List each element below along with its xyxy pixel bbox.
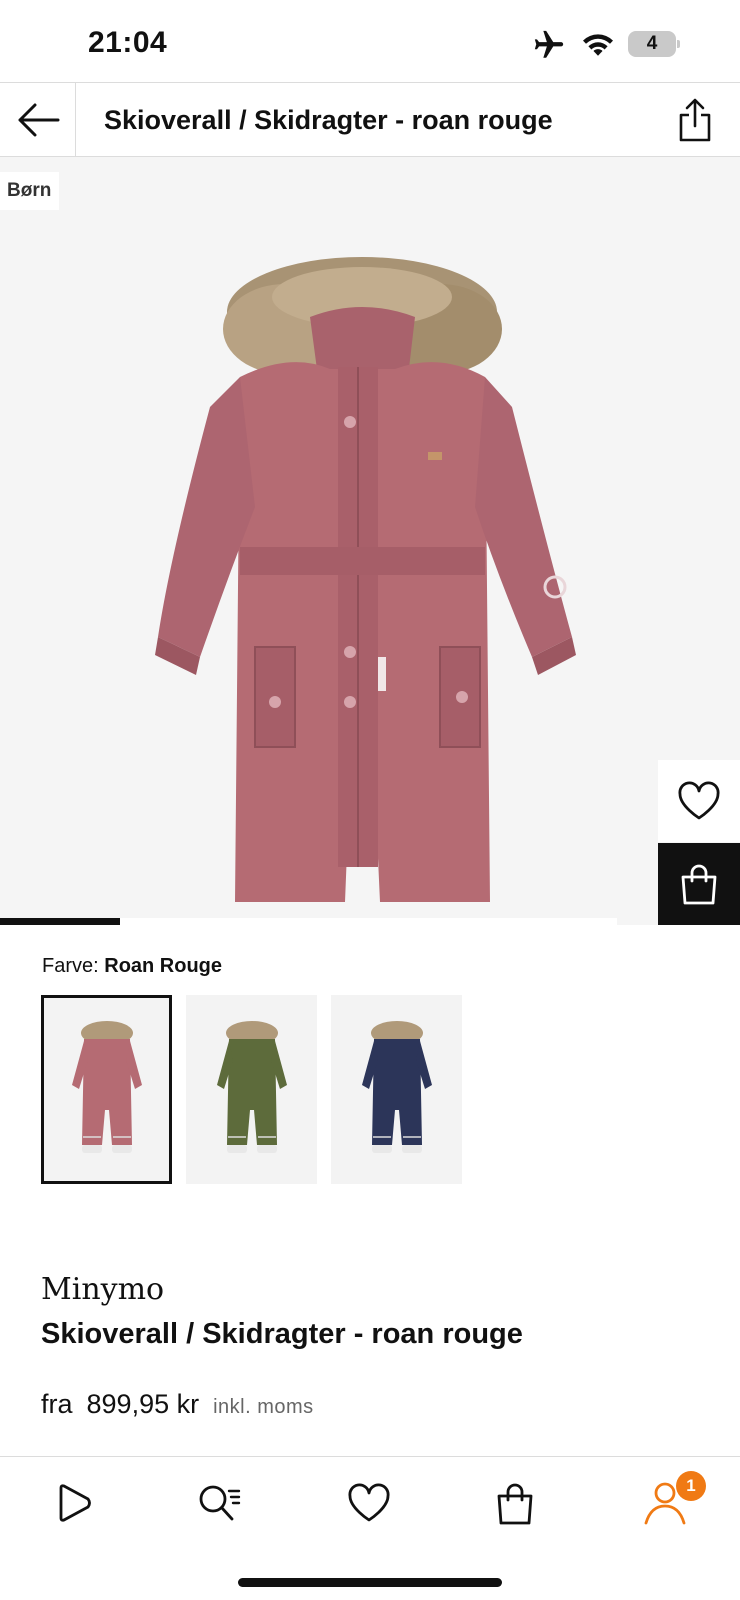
wifi-icon [583, 34, 613, 56]
nav-inspiration[interactable] [46, 1475, 100, 1531]
back-button[interactable] [0, 83, 76, 156]
heart-icon [348, 1483, 390, 1522]
nav-search[interactable] [193, 1475, 247, 1531]
color-swatch-1[interactable] [41, 995, 172, 1184]
color-swatch-3[interactable] [331, 995, 462, 1184]
airplane-icon [534, 30, 564, 58]
color-label: Farve: Roan Rouge [42, 955, 222, 978]
gallery-progress-fill [0, 918, 121, 925]
top-header: Skioverall / Skidragter - roan rouge [0, 82, 740, 157]
nav-wishlist[interactable] [342, 1475, 396, 1531]
price-value: 899,95 kr [86, 1389, 200, 1419]
color-swatches [41, 995, 462, 1184]
gallery-progress [0, 918, 617, 925]
bag-icon [681, 864, 717, 905]
add-to-bag-button[interactable] [658, 843, 740, 925]
color-swatch-2[interactable] [186, 995, 317, 1184]
category-badge: Børn [0, 172, 60, 210]
heart-icon [678, 781, 720, 820]
search-icon [199, 1485, 241, 1521]
swatch-image [361, 1020, 432, 1153]
color-selected-name: Roan Rouge [104, 955, 223, 977]
swatch-image [71, 1020, 142, 1153]
share-button[interactable] [674, 97, 716, 143]
profile-notification-badge: 1 [676, 1471, 706, 1501]
battery-level: 4 [628, 31, 676, 57]
play-icon [59, 1484, 91, 1522]
arrow-left-icon [18, 103, 59, 136]
color-label-prefix: Farve: [42, 955, 99, 977]
brand-name[interactable]: Minymo [41, 1272, 164, 1307]
product-image-gallery[interactable]: Børn [0, 157, 740, 925]
product-name: Skioverall / Skidragter - roan rouge [41, 1318, 523, 1350]
wishlist-button[interactable] [658, 760, 740, 842]
product-photo [155, 257, 576, 903]
share-icon [679, 98, 711, 142]
bag-icon [497, 1483, 533, 1525]
price-row: fra 899,95 kr inkl. moms [41, 1389, 314, 1420]
nav-bag[interactable] [488, 1475, 542, 1531]
battery-cap [677, 40, 680, 48]
battery-icon: 4 [628, 31, 680, 57]
page-title: Skioverall / Skidragter - roan rouge [104, 105, 553, 135]
vat-note: inkl. moms [213, 1396, 314, 1418]
status-time: 21:04 [88, 26, 168, 59]
nav-profile[interactable]: 1 [638, 1471, 706, 1531]
status-bar: 21:04 4 [0, 0, 740, 82]
price-prefix: fra [41, 1389, 73, 1419]
home-indicator [238, 1578, 502, 1587]
swatch-image [216, 1020, 287, 1153]
